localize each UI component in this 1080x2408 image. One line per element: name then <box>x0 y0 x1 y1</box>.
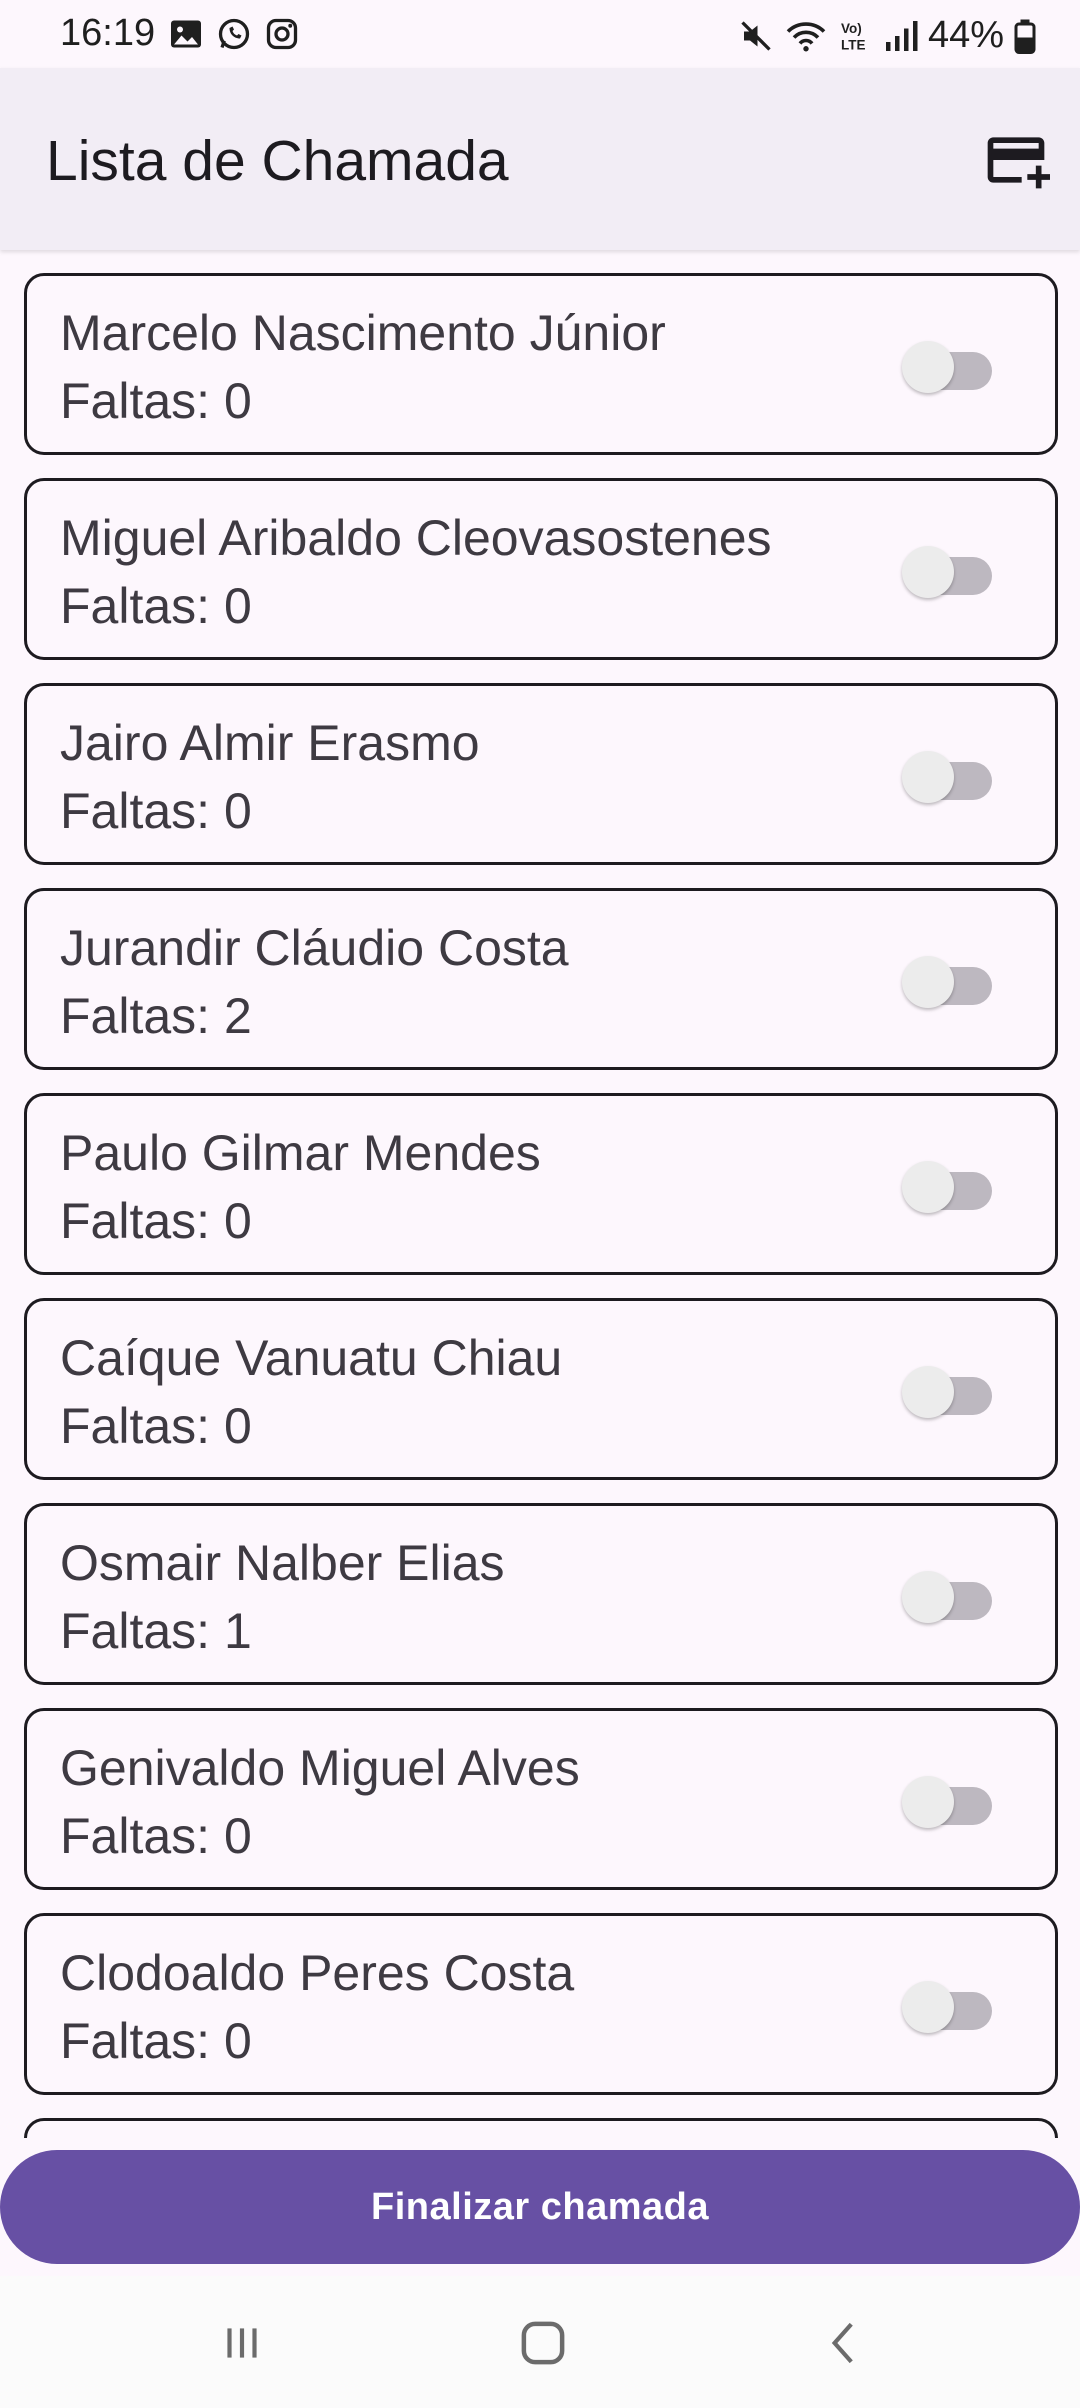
student-card: Jurandir Cláudio Costa Faltas: 2 <box>24 888 1058 1070</box>
toggle-thumb <box>902 1161 954 1213</box>
add-card-button[interactable] <box>978 124 1054 200</box>
finalize-button[interactable]: Finalizar chamada <box>0 2150 1080 2264</box>
student-absences: Faltas: 0 <box>60 1808 252 1864</box>
student-card: Paulo Gilmar Mendes Faltas: 0 <box>24 1093 1058 1275</box>
presence-toggle[interactable] <box>902 1568 998 1624</box>
student-name: Osmair Nalber Elias <box>60 1535 505 1591</box>
svg-text:Vo): Vo) <box>841 21 862 36</box>
toggle-thumb <box>902 1366 954 1418</box>
status-system-icons: Vo) LTE 44% <box>738 14 1036 57</box>
student-name: Genivaldo Miguel Alves <box>60 1740 580 1796</box>
student-absences: Faltas: 0 <box>60 1193 252 1249</box>
toggle-thumb <box>902 751 954 803</box>
student-name: Paulo Gilmar Mendes <box>60 1125 541 1181</box>
presence-toggle[interactable] <box>902 338 998 394</box>
student-card: Jairo Almir Erasmo Faltas: 0 <box>24 683 1058 865</box>
student-absences: Faltas: 0 <box>60 783 252 839</box>
student-absences: Faltas: 0 <box>60 2013 252 2069</box>
mute-icon <box>738 18 774 54</box>
student-absences: Faltas: 0 <box>60 578 252 634</box>
presence-toggle[interactable] <box>902 543 998 599</box>
presence-toggle[interactable] <box>902 953 998 1009</box>
student-card: Genivaldo Miguel Alves Faltas: 0 <box>24 1708 1058 1890</box>
system-nav-bar <box>0 2276 1080 2408</box>
student-name: Marcelo Nascimento Júnior <box>60 305 666 361</box>
svg-text:LTE: LTE <box>841 37 866 52</box>
student-card-partial <box>24 2118 1058 2138</box>
presence-toggle[interactable] <box>902 1363 998 1419</box>
student-absences: Faltas: 0 <box>60 1398 252 1454</box>
student-absences: Faltas: 2 <box>60 988 252 1044</box>
presence-toggle[interactable] <box>902 1158 998 1214</box>
student-absences: Faltas: 0 <box>60 373 252 429</box>
presence-toggle[interactable] <box>902 1773 998 1829</box>
instagram-icon <box>264 16 300 52</box>
student-name: Jairo Almir Erasmo <box>60 715 480 771</box>
student-absences: Faltas: 1 <box>60 1603 252 1659</box>
home-icon <box>516 2316 570 2375</box>
toggle-thumb <box>902 956 954 1008</box>
back-button[interactable] <box>810 2310 880 2380</box>
toggle-thumb <box>902 1981 954 2033</box>
student-card: Marcelo Nascimento Júnior Faltas: 0 <box>24 273 1058 455</box>
add-card-icon <box>982 126 1050 199</box>
whatsapp-icon <box>216 16 252 52</box>
battery-icon <box>1014 18 1036 54</box>
student-card: Clodoaldo Peres Costa Faltas: 0 <box>24 1913 1058 2095</box>
toggle-thumb <box>902 341 954 393</box>
status-notification-icons <box>168 16 300 52</box>
toggle-thumb <box>902 1571 954 1623</box>
presence-toggle[interactable] <box>902 748 998 804</box>
volte-icon: Vo) LTE <box>838 18 874 54</box>
page-title: Lista de Chamada <box>46 129 509 193</box>
battery-percent: 44% <box>927 14 1004 56</box>
presence-toggle[interactable] <box>902 1978 998 2034</box>
back-icon <box>820 2318 870 2373</box>
wifi-icon <box>784 18 828 54</box>
student-name: Caíque Vanuatu Chiau <box>60 1330 563 1386</box>
student-card: Osmair Nalber Elias Faltas: 1 <box>24 1503 1058 1685</box>
app-bar: Lista de Chamada <box>0 68 1080 250</box>
student-list[interactable]: Marcelo Nascimento Júnior Faltas: 0 Migu… <box>0 250 1080 2138</box>
status-time: 16:19 <box>60 12 156 54</box>
student-card: Caíque Vanuatu Chiau Faltas: 0 <box>24 1298 1058 1480</box>
student-name: Clodoaldo Peres Costa <box>60 1945 575 2001</box>
gallery-icon <box>168 16 204 52</box>
bottom-action-area: Finalizar chamada <box>0 2138 1080 2276</box>
student-card: Miguel Aribaldo Cleovasostenes Faltas: 0 <box>24 478 1058 660</box>
status-bar: 16:19 Vo) LTE 44% <box>0 0 1080 68</box>
recents-icon <box>217 2318 267 2373</box>
student-name: Jurandir Cláudio Costa <box>60 920 569 976</box>
signal-icon <box>884 18 918 54</box>
recents-button[interactable] <box>207 2310 277 2380</box>
student-name: Miguel Aribaldo Cleovasostenes <box>60 510 772 566</box>
toggle-thumb <box>902 546 954 598</box>
toggle-thumb <box>902 1776 954 1828</box>
home-button[interactable] <box>508 2310 578 2380</box>
